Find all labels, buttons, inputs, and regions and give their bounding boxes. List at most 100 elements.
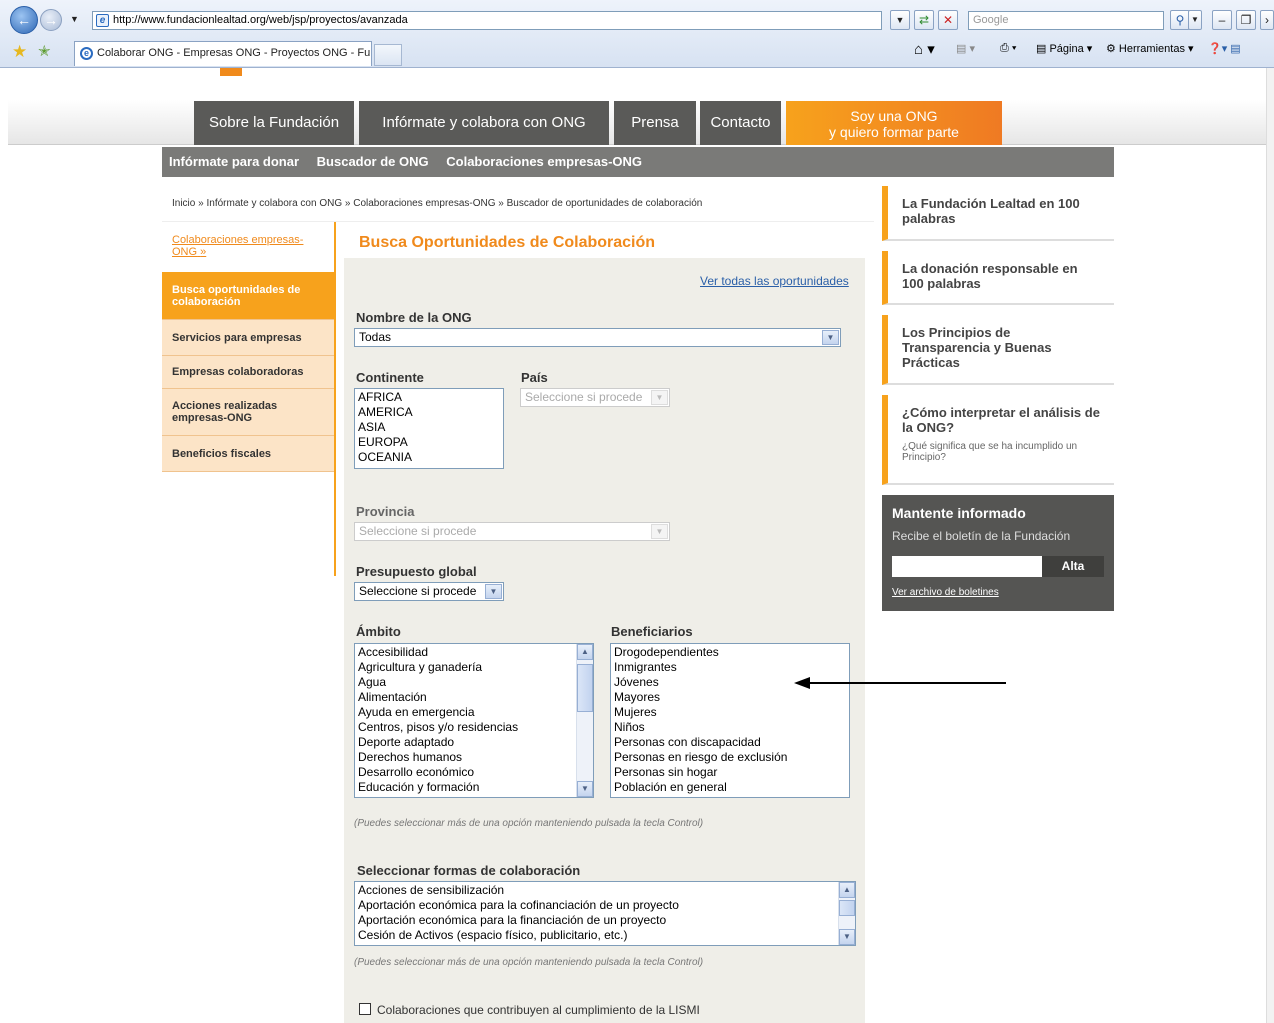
list-item[interactable]: Mayores xyxy=(614,690,846,705)
province-select[interactable]: Seleccione si procede ▼ xyxy=(354,522,670,541)
budget-select[interactable]: Seleccione si procede ▼ xyxy=(354,582,504,601)
scroll-thumb[interactable] xyxy=(839,900,855,916)
continent-list[interactable]: AFRICA AMERICA ASIA EUROPA OCEANIA xyxy=(354,388,504,469)
refresh-button[interactable]: ⇄ xyxy=(914,10,934,30)
sidebar-item-empresas[interactable]: Empresas colaboradoras xyxy=(162,356,334,389)
list-item[interactable]: Inmigrantes xyxy=(614,660,846,675)
tab-active[interactable]: e Colaborar ONG - Empresas ONG - Proyecto… xyxy=(74,41,372,66)
favorites-icon[interactable]: ★ xyxy=(12,42,27,62)
list-item[interactable]: Aportación económica para la cofinanciac… xyxy=(358,898,852,913)
restore-button[interactable]: ❐ xyxy=(1236,10,1256,30)
scroll-down-icon[interactable]: ▼ xyxy=(839,929,855,945)
box-principios[interactable]: Los Principios de Transparencia y Buenas… xyxy=(882,315,1114,385)
list-item[interactable]: Ayuda en emergencia xyxy=(358,705,590,720)
forms-list[interactable]: Acciones de sensibilización Aportación e… xyxy=(354,881,856,946)
new-tab-button[interactable] xyxy=(374,44,402,66)
sidebar-head[interactable]: Colaboraciones empresas-ONG » xyxy=(162,222,334,272)
list-item[interactable]: OCEANIA xyxy=(358,450,500,465)
nav-informate[interactable]: Infórmate y colabora con ONG xyxy=(359,101,609,145)
country-select[interactable]: Seleccione si procede ▼ xyxy=(520,388,670,407)
sidebar-item-servicios[interactable]: Servicios para empresas xyxy=(162,320,334,356)
address-dropdown-button[interactable]: ▼ xyxy=(890,10,910,30)
list-item[interactable]: Agricultura y ganadería xyxy=(358,660,590,675)
crumb-informate[interactable]: Infórmate y colabora con ONG xyxy=(206,198,342,209)
list-item[interactable]: Educación y formación xyxy=(358,780,590,795)
list-item[interactable]: Derechos humanos xyxy=(358,750,590,765)
subnav-buscador[interactable]: Buscador de ONG xyxy=(317,154,429,169)
list-item[interactable]: Accesibilidad xyxy=(358,645,590,660)
scope-list[interactable]: Accesibilidad Agricultura y ganadería Ag… xyxy=(354,643,594,798)
search-icon[interactable]: ⚲ xyxy=(1170,10,1190,30)
forms-scrollbar[interactable]: ▲ ▼ xyxy=(838,882,855,945)
list-item[interactable]: Desarrollo económico xyxy=(358,765,590,780)
country-label: País xyxy=(521,370,548,385)
nav-prensa[interactable]: Prensa xyxy=(614,101,696,145)
scope-scrollbar[interactable]: ▲ ▼ xyxy=(576,644,593,797)
box-100-palabras[interactable]: La Fundación Lealtad en 100 palabras xyxy=(882,186,1114,241)
list-item[interactable]: EUROPA xyxy=(358,435,500,450)
newsletter-email-input[interactable] xyxy=(892,556,1042,577)
sidebar-item-busca[interactable]: Busca oportunidades de colaboración xyxy=(162,272,334,320)
list-item[interactable]: Mujeres xyxy=(614,705,846,720)
print-icon[interactable]: ⎙ ▾ xyxy=(1000,42,1016,55)
scroll-down-icon[interactable]: ▼ xyxy=(577,781,593,797)
alta-button[interactable]: Alta xyxy=(1042,556,1104,577)
forward-button[interactable]: → xyxy=(40,9,62,31)
list-item[interactable]: AMERICA xyxy=(358,405,500,420)
nav-sobre[interactable]: Sobre la Fundación xyxy=(194,101,354,145)
list-item[interactable]: Deporte adaptado xyxy=(358,735,590,750)
search-input[interactable]: Google xyxy=(968,11,1164,30)
tools-menu[interactable]: ⚙ Herramientas ▾ xyxy=(1106,42,1194,55)
nav-soy-ong[interactable]: Soy una ONG y quiero formar parte xyxy=(786,101,1002,145)
crumb-colaboraciones[interactable]: Colaboraciones empresas-ONG xyxy=(353,198,495,209)
lismi-label[interactable]: Colaboraciones que contribuyen al cumpli… xyxy=(377,1003,700,1017)
feeds-icon[interactable]: ▤ ▾ xyxy=(956,42,975,55)
address-bar[interactable]: e http://www.fundacionlealtad.org/web/jsp… xyxy=(92,11,882,30)
list-item[interactable]: Aportación económica para la financiació… xyxy=(358,913,852,928)
list-item[interactable]: Población en general xyxy=(614,780,846,795)
list-item[interactable]: Agua xyxy=(358,675,590,690)
help-icon[interactable]: ❓▾ ▤ xyxy=(1208,42,1241,55)
box-analisis[interactable]: ¿Cómo interpretar el análisis de la ONG?… xyxy=(882,395,1114,485)
box-donacion[interactable]: La donación responsable en 100 palabras xyxy=(882,251,1114,305)
page-scrollbar[interactable] xyxy=(1266,68,1274,1023)
stop-button[interactable]: ✕ xyxy=(938,10,958,30)
list-item[interactable]: Personas en riesgo de exclusión xyxy=(614,750,846,765)
add-favorites-icon[interactable]: ✭ xyxy=(38,42,51,60)
home-icon[interactable]: ⌂ ▾ xyxy=(914,40,935,58)
box-analisis-label: ¿Cómo interpretar el análisis de la ONG? xyxy=(902,405,1100,435)
list-item[interactable]: AFRICA xyxy=(358,390,500,405)
crumb-inicio[interactable]: Inicio xyxy=(172,198,195,209)
see-all-link[interactable]: Ver todas las oportunidades xyxy=(700,274,849,288)
list-item[interactable]: Niños xyxy=(614,720,846,735)
minimize-button[interactable]: – xyxy=(1212,10,1232,30)
nav-contacto[interactable]: Contacto xyxy=(700,101,781,145)
list-item[interactable]: Centros, pisos y/o residencias xyxy=(358,720,590,735)
multi-select-hint-2: (Puedes seleccionar más de una opción ma… xyxy=(354,957,704,968)
list-item[interactable]: ASIA xyxy=(358,420,500,435)
budget-select-value: Seleccione si procede xyxy=(359,584,477,598)
sidebar-item-beneficios[interactable]: Beneficios fiscales xyxy=(162,436,334,472)
newsletter-archive-link[interactable]: Ver archivo de boletines xyxy=(892,587,999,598)
box-principios-label: Los Principios de Transparencia y Buenas… xyxy=(902,325,1052,370)
close-window-button[interactable]: › xyxy=(1260,10,1274,30)
lismi-checkbox[interactable] xyxy=(359,1003,371,1015)
list-item[interactable]: Personas sin hogar xyxy=(614,765,846,780)
sidebar-item-acciones[interactable]: Acciones realizadas empresas-ONG xyxy=(162,389,334,436)
search-options-button[interactable]: ▼ xyxy=(1188,10,1202,30)
ong-select[interactable]: Todas ▼ xyxy=(354,328,841,347)
scroll-up-icon[interactable]: ▲ xyxy=(839,882,855,898)
beneficiaries-list[interactable]: Drogodependientes Inmigrantes Jóvenes Ma… xyxy=(610,643,850,798)
subnav-donar[interactable]: Infórmate para donar xyxy=(169,154,299,169)
forms-label: Seleccionar formas de colaboración xyxy=(357,863,581,878)
page-menu[interactable]: ▤ Página ▾ xyxy=(1036,42,1092,55)
back-button[interactable]: ← xyxy=(10,6,38,34)
list-item[interactable]: Cesión de Activos (espacio físico, publi… xyxy=(358,928,852,943)
scroll-up-icon[interactable]: ▲ xyxy=(577,644,593,660)
list-item[interactable]: Drogodependientes xyxy=(614,645,846,660)
scroll-thumb[interactable] xyxy=(577,664,593,712)
history-dropdown-icon[interactable]: ▼ xyxy=(70,14,79,24)
list-item[interactable]: Acciones de sensibilización xyxy=(358,883,852,898)
list-item[interactable]: Alimentación xyxy=(358,690,590,705)
list-item[interactable]: Personas con discapacidad xyxy=(614,735,846,750)
